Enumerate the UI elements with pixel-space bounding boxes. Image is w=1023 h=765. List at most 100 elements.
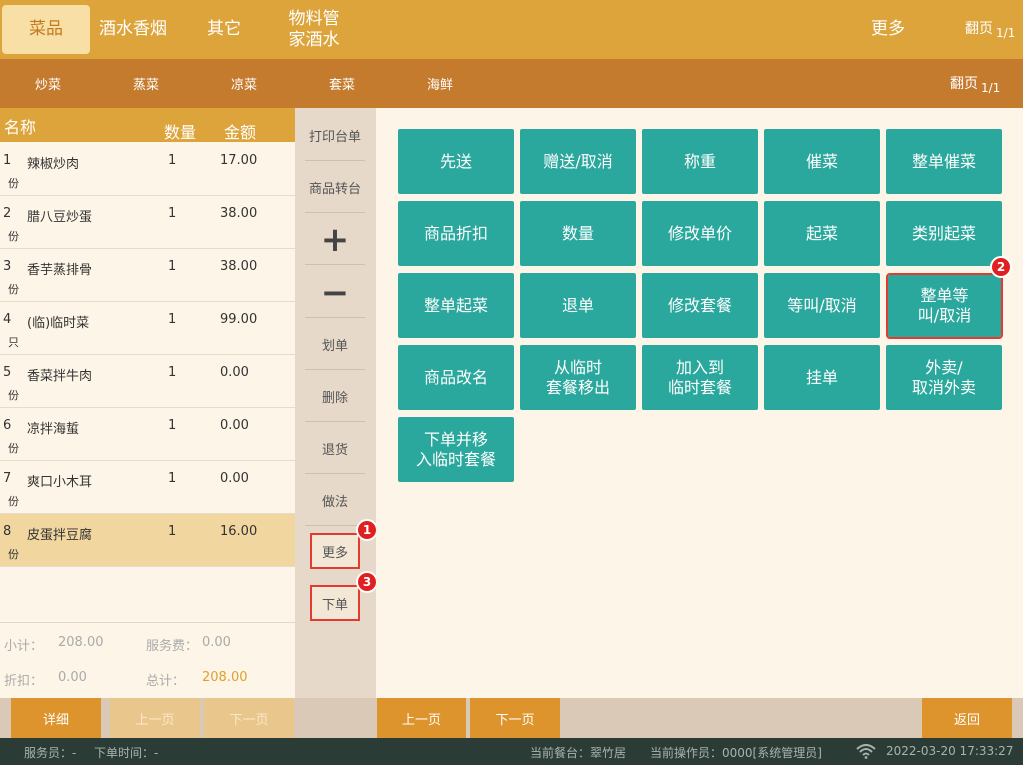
row-amount: 0.00 xyxy=(220,418,249,433)
row-dish-name: (临)临时菜 xyxy=(27,316,90,331)
order-row[interactable]: 1 辣椒炒肉 份 1 17.00 xyxy=(0,143,295,196)
whole-order-wait-cancel-button[interactable]: 整单等 叫/取消 xyxy=(886,273,1003,339)
total-label: 总计： xyxy=(146,674,186,689)
row-unit: 只 xyxy=(8,336,19,349)
row-qty: 1 xyxy=(168,206,177,221)
current-table-status: 当前餐台：翠竹居 xyxy=(530,746,627,760)
grid-next-page-button[interactable]: 下一页 xyxy=(470,698,560,738)
current-operator-status: 当前操作员：0000[系统管理员] xyxy=(650,746,822,760)
top-tab-drinks-tobacco[interactable]: 酒水香烟 xyxy=(92,5,174,54)
item-discount-button[interactable]: 商品折扣 xyxy=(398,201,514,266)
top-pager-button[interactable]: 翻页 1/1 xyxy=(965,18,1015,40)
top-tab-material-drinks[interactable]: 物料管 家酒水 xyxy=(272,5,356,54)
add-to-temp-set-button[interactable]: 加入到 临时套餐 xyxy=(642,345,758,410)
grid-prev-page-button[interactable]: 上一页 xyxy=(377,698,466,738)
top-more-button[interactable]: 更多 xyxy=(858,5,918,54)
service-fee-label: 服务费： xyxy=(146,639,199,654)
sub-tab-set-meal[interactable]: 套菜 xyxy=(297,59,387,108)
cooking-method-button[interactable]: 做法 xyxy=(305,476,365,526)
row-qty: 1 xyxy=(168,524,177,539)
print-table-slip-button[interactable]: 打印台单 xyxy=(305,111,365,161)
row-index: 4 xyxy=(3,312,12,327)
wifi-icon xyxy=(856,744,876,759)
transfer-table-button[interactable]: 商品转台 xyxy=(305,163,365,213)
step-badge-3: 3 xyxy=(356,571,378,593)
increase-qty-button[interactable]: + xyxy=(305,215,365,265)
row-index: 2 xyxy=(3,206,12,221)
rush-dish-button[interactable]: 催菜 xyxy=(764,129,880,194)
takeout-cancel-button[interactable]: 外卖/ 取消外卖 xyxy=(886,345,1002,410)
gift-cancel-button[interactable]: 赠送/取消 xyxy=(520,129,636,194)
top-tab-other[interactable]: 其它 xyxy=(185,5,263,54)
sub-tab-cold[interactable]: 凉菜 xyxy=(199,59,289,108)
serve-first-button[interactable]: 先送 xyxy=(398,129,514,194)
row-dish-name: 皮蛋拌豆腐 xyxy=(27,528,93,543)
row-unit: 份 xyxy=(8,495,19,508)
row-qty: 1 xyxy=(168,418,177,433)
row-dish-name: 爽口小木耳 xyxy=(27,475,93,490)
row-dish-name: 香芋蒸排骨 xyxy=(27,263,93,278)
row-amount: 38.00 xyxy=(220,206,258,221)
row-unit: 份 xyxy=(8,389,19,402)
sub-tab-seafood[interactable]: 海鲜 xyxy=(395,59,485,108)
back-button[interactable]: 返回 xyxy=(922,698,1012,738)
sub-tab-steamed[interactable]: 蒸菜 xyxy=(101,59,191,108)
subtotal-label: 小计： xyxy=(4,639,44,654)
sub-tab-stir-fry[interactable]: 炒菜 xyxy=(3,59,93,108)
wait-call-cancel-button[interactable]: 等叫/取消 xyxy=(764,273,880,338)
row-amount: 99.00 xyxy=(220,312,258,327)
cancel-order-button[interactable]: 退单 xyxy=(520,273,636,338)
detail-button[interactable]: 详细 xyxy=(11,698,101,738)
top-pager-page: 1/1 xyxy=(996,25,1016,40)
hold-order-button[interactable]: 挂单 xyxy=(764,345,880,410)
order-prev-page-button[interactable]: 上一页 xyxy=(110,698,200,738)
subtotal-value: 208.00 xyxy=(58,635,104,650)
order-row[interactable]: 7 爽口小木耳 份 1 0.00 xyxy=(0,461,295,514)
row-amount: 0.00 xyxy=(220,365,249,380)
decrease-qty-button[interactable]: − xyxy=(305,268,365,318)
order-row[interactable]: 3 香芋蒸排骨 份 1 38.00 xyxy=(0,249,295,302)
more-button[interactable]: 更多 xyxy=(310,533,360,569)
order-row[interactable]: 2 腊八豆炒蛋 份 1 38.00 xyxy=(0,196,295,249)
submit-order-button[interactable]: 下单 xyxy=(310,585,360,621)
top-pager-label: 翻页 xyxy=(965,21,993,37)
order-next-page-button[interactable]: 下一页 xyxy=(204,698,294,738)
row-qty: 1 xyxy=(168,471,177,486)
top-tab-dishes[interactable]: 菜品 xyxy=(2,5,90,54)
start-whole-order-button[interactable]: 整单起菜 xyxy=(398,273,514,338)
sub-pager-button[interactable]: 翻页 1/1 xyxy=(950,73,1000,95)
quantity-button[interactable]: 数量 xyxy=(520,201,636,266)
row-amount: 0.00 xyxy=(220,471,249,486)
strike-order-button[interactable]: 划单 xyxy=(305,320,365,370)
row-qty: 1 xyxy=(168,365,177,380)
order-row[interactable]: 6 凉拌海蜇 份 1 0.00 xyxy=(0,408,295,461)
row-index: 8 xyxy=(3,524,12,539)
return-goods-button[interactable]: 退货 xyxy=(305,424,365,474)
row-unit: 份 xyxy=(8,230,19,243)
change-price-button[interactable]: 修改单价 xyxy=(642,201,758,266)
row-unit: 份 xyxy=(8,177,19,190)
sub-category-bar: 炒菜 蒸菜 凉菜 套菜 海鲜 翻页 1/1 xyxy=(0,59,1023,108)
start-category-button[interactable]: 类别起菜 xyxy=(886,201,1002,266)
rush-whole-order-button[interactable]: 整单催菜 xyxy=(886,129,1002,194)
row-dish-name: 凉拌海蜇 xyxy=(27,422,80,437)
remove-from-temp-set-button[interactable]: 从临时 套餐移出 xyxy=(520,345,636,410)
rename-item-button[interactable]: 商品改名 xyxy=(398,345,514,410)
order-row[interactable]: 4 (临)临时菜 只 1 99.00 xyxy=(0,302,295,355)
start-dish-button[interactable]: 起菜 xyxy=(764,201,880,266)
sub-pager-page: 1/1 xyxy=(981,80,1001,95)
row-unit: 份 xyxy=(8,442,19,455)
row-amount: 16.00 xyxy=(220,524,258,539)
order-list-header: 名称 数量 金额 xyxy=(0,108,295,142)
row-qty: 1 xyxy=(168,259,177,274)
submit-and-move-to-temp-set-button[interactable]: 下单并移 入临时套餐 xyxy=(398,417,514,482)
discount-label: 折扣： xyxy=(4,674,44,689)
delete-button[interactable]: 删除 xyxy=(305,372,365,422)
order-row[interactable]: 5 香菜拌牛肉 份 1 0.00 xyxy=(0,355,295,408)
order-operations-column: 打印台单 商品转台 + − 划单 删除 退货 做法 更多 下单 1 3 xyxy=(295,108,378,698)
row-index: 3 xyxy=(3,259,12,274)
weigh-button[interactable]: 称重 xyxy=(642,129,758,194)
order-row-selected[interactable]: 8 皮蛋拌豆腐 份 1 16.00 xyxy=(0,514,295,567)
row-qty: 1 xyxy=(168,153,177,168)
modify-set-button[interactable]: 修改套餐 xyxy=(642,273,758,338)
